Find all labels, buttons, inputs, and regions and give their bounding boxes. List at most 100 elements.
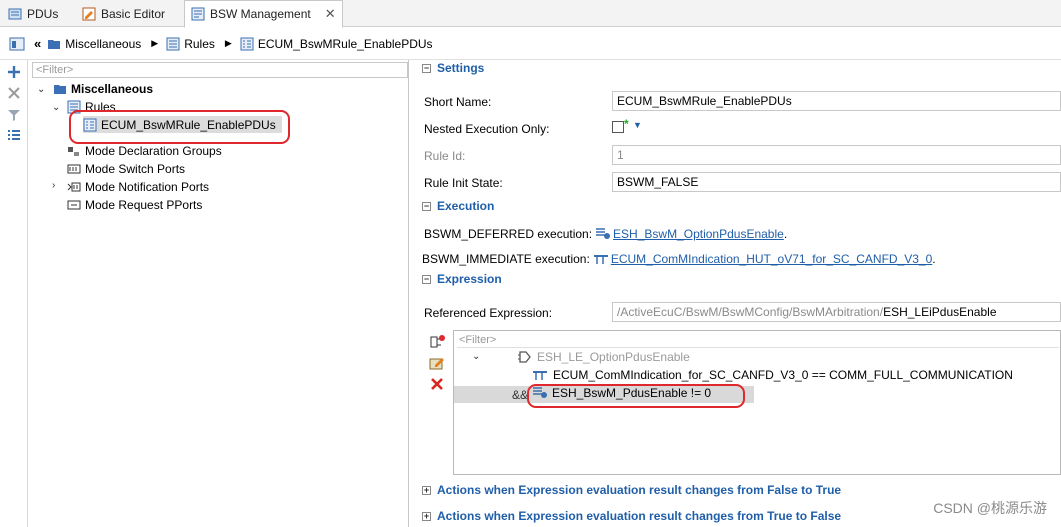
rule-icon: [83, 118, 97, 131]
dropdown-arrow-icon[interactable]: ▼: [633, 120, 642, 130]
bsw-management-icon: [191, 7, 205, 21]
tree-node-label: Rules: [85, 99, 116, 114]
tree-node-label: Mode Request PPorts: [85, 197, 203, 212]
editor-tab-bar: PDUs Basic Editor BSW Management ✕: [0, 0, 1061, 28]
chevron-right-icon[interactable]: ›: [52, 180, 55, 191]
rules-icon: [166, 37, 180, 50]
immediate-execution-link[interactable]: ECUM_ComMIndication_HUT_oV71_for_SC_CANF…: [611, 252, 932, 266]
collapse-icon[interactable]: −: [422, 274, 431, 284]
edit-expression-icon[interactable]: [429, 355, 445, 371]
pdus-icon: [8, 8, 22, 19]
referenced-expression-field[interactable]: /ActiveEcuC/BswM/BswMConfig/BswMArbitrat…: [612, 302, 1061, 322]
referenced-expression-path: /ActiveEcuC/BswM/BswMConfig/BswMArbitrat…: [617, 305, 884, 319]
tab-pdus[interactable]: PDUs: [2, 0, 64, 27]
mode-notification-port-icon: [67, 182, 81, 191]
expression-condition-1[interactable]: ECUM_ComMIndication_for_SC_CANFD_V3_0 ==…: [532, 368, 1013, 382]
folder-icon: [48, 39, 61, 49]
tree-node-label: Mode Notification Ports: [85, 179, 210, 194]
breadcrumb-label: ECUM_BswMRule_EnablePDUs: [257, 36, 433, 51]
tree-node-miscellaneous[interactable]: Miscellaneous: [53, 80, 153, 97]
logical-expression-icon: [518, 351, 531, 363]
tree-node-mode-notification-ports[interactable]: Mode Notification Ports: [67, 178, 209, 195]
expression-condition-2[interactable]: ESH_BswM_PdusEnable != 0: [532, 386, 711, 400]
deferred-execution-link[interactable]: ESH_BswM_OptionPdusEnable: [613, 227, 784, 241]
referenced-expression-label: Referenced Expression:: [424, 306, 553, 320]
deferred-execution-row: BSWM_DEFERRED execution: ESH_BswM_Option…: [424, 227, 788, 241]
section-actions-false-to-true-header[interactable]: + Actions when Expression evaluation res…: [422, 483, 841, 497]
breadcrumb-item-miscellaneous[interactable]: Miscellaneous: [47, 37, 141, 51]
tree-node-label: ECUM_BswMRule_EnablePDUs: [101, 117, 276, 132]
rule-init-state-select[interactable]: BSWM_FALSE: [612, 172, 1061, 192]
add-expression-icon[interactable]: [429, 334, 445, 350]
chevron-down-icon[interactable]: ⌄: [472, 351, 480, 362]
nested-execution-checkbox[interactable]: [612, 121, 624, 133]
section-settings-header[interactable]: − Settings: [422, 61, 484, 75]
watermark: CSDN @桃源乐游: [933, 500, 1047, 516]
chevron-down-icon[interactable]: ⌄: [52, 102, 60, 113]
expression-group-node[interactable]: ESH_LE_OptionPdusEnable: [518, 350, 690, 364]
tree-node-mode-declaration-groups[interactable]: Mode Declaration Groups: [67, 142, 222, 159]
breadcrumb-item-rule[interactable]: ECUM_BswMRule_EnablePDUs: [240, 37, 433, 51]
and-operator: &&: [512, 388, 529, 402]
breadcrumb-label: Miscellaneous: [65, 36, 142, 51]
tree-node-label: Mode Declaration Groups: [85, 143, 222, 158]
tab-bsw-management[interactable]: BSW Management ✕: [184, 0, 343, 28]
expand-icon[interactable]: +: [422, 485, 431, 495]
breadcrumb-item-rules[interactable]: Rules: [166, 37, 215, 51]
tab-label: BSW Management: [210, 7, 311, 21]
tree-panel: <Filter> ⌄ Miscellaneous ⌄ Rules ECUM_Bs…: [29, 60, 409, 527]
tree-node-mode-request-pports[interactable]: Mode Request PPorts: [67, 196, 202, 213]
collapse-icon[interactable]: −: [422, 63, 431, 73]
delete-icon[interactable]: [6, 85, 22, 101]
expression-filter-input[interactable]: <Filter>: [457, 333, 1059, 348]
tree-node-label: Miscellaneous: [71, 81, 154, 96]
filter-icon[interactable]: [6, 107, 22, 123]
deferred-execution-label: BSWM_DEFERRED execution:: [424, 227, 593, 241]
default-value-star-icon: *: [624, 117, 629, 131]
rule-id-value: 1: [617, 148, 624, 162]
double-chevron-left-icon[interactable]: «: [34, 36, 41, 51]
mode-switch-port-icon: [67, 164, 81, 173]
collapse-icon[interactable]: −: [422, 201, 431, 211]
short-name-field[interactable]: ECUM_BswMRule_EnablePDUs: [612, 91, 1061, 111]
action-list-icon: [533, 387, 547, 398]
tree-node-mode-switch-ports[interactable]: Mode Switch Ports: [67, 160, 185, 177]
mode-condition-icon: [533, 371, 547, 380]
mode-declaration-icon: [68, 146, 79, 156]
outline-view-icon[interactable]: [8, 35, 26, 53]
breadcrumb-separator-icon: ▶: [151, 38, 159, 48]
tree-toolbar: [0, 60, 28, 527]
tree-filter-input[interactable]: <Filter>: [32, 62, 408, 78]
rule-id-label: Rule Id:: [424, 149, 466, 163]
rule-id-field: 1: [612, 145, 1061, 165]
folder-icon: [54, 84, 66, 94]
close-icon[interactable]: ✕: [325, 6, 336, 22]
expression-tree: <Filter> ⌄ ESH_LE_OptionPdusEnable ECUM_…: [453, 330, 1061, 475]
expression-node-label: ESH_LE_OptionPdusEnable: [537, 350, 690, 364]
list-icon[interactable]: [6, 127, 22, 143]
tree-node-rules[interactable]: Rules: [67, 98, 116, 115]
section-expression-header[interactable]: − Expression: [422, 272, 502, 286]
short-name-label: Short Name:: [424, 95, 492, 109]
action-list-icon: [596, 228, 611, 239]
section-title: Settings: [437, 61, 485, 75]
section-execution-header[interactable]: − Execution: [422, 199, 494, 213]
immediate-execution-row: BSWM_IMMEDIATE execution: ECUM_ComMIndic…: [422, 252, 936, 266]
section-title: Expression: [437, 272, 502, 286]
delete-expression-icon[interactable]: [430, 377, 446, 393]
expand-icon[interactable]: +: [422, 511, 431, 521]
tree-node-label: Mode Switch Ports: [85, 161, 186, 176]
rule-icon: [240, 37, 254, 50]
expression-node-label: ESH_BswM_PdusEnable != 0: [552, 386, 712, 400]
short-name-value: ECUM_BswMRule_EnablePDUs: [617, 94, 792, 108]
section-actions-true-to-false-header[interactable]: + Actions when Expression evaluation res…: [422, 509, 841, 523]
breadcrumb-label: Rules: [184, 36, 215, 51]
nested-execution-label: Nested Execution Only:: [424, 122, 550, 136]
section-title: Execution: [437, 199, 495, 213]
add-icon[interactable]: [6, 64, 22, 80]
expression-node-label: ECUM_ComMIndication_for_SC_CANFD_V3_0 ==…: [553, 368, 1013, 382]
tab-basic-editor[interactable]: Basic Editor: [76, 0, 171, 27]
chevron-down-icon[interactable]: ⌄: [37, 84, 45, 95]
referenced-expression-name: ESH_LEiPdusEnable: [883, 305, 997, 319]
tree-node-selected-rule[interactable]: ECUM_BswMRule_EnablePDUs: [83, 116, 282, 133]
